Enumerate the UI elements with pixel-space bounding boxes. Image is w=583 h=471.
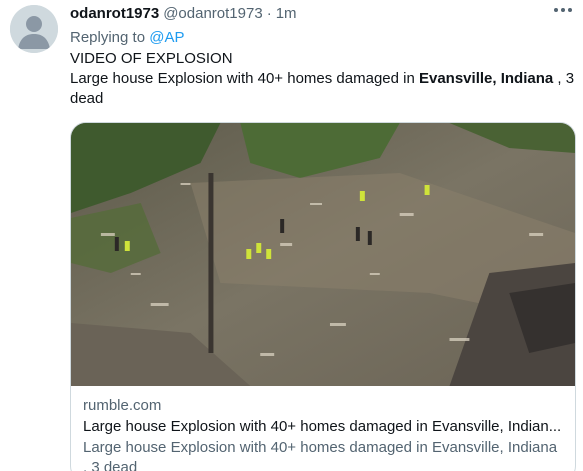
user-handle[interactable]: @odanrot1973 [163,4,262,24]
tweet-content: odanrot1973 @odanrot1973 · 1m Replying t… [70,4,576,109]
default-avatar-icon [10,5,58,53]
explosion-aerial-photo[interactable] [71,123,575,386]
card-description: Large house Explosion with 40+ homes dam… [83,439,558,471]
display-name[interactable]: odanrot1973 [70,4,159,24]
more-options-icon [554,8,572,12]
tweet-text-line2: Large house Explosion with 40+ homes dam… [70,69,576,109]
tweet-text-prefix: Large house Explosion with 40+ homes dam… [70,70,419,87]
tweet-header: odanrot1973 @odanrot1973 · 1m [70,4,576,24]
replying-to: Replying to @AP [70,28,576,48]
tweet[interactable]: odanrot1973 @odanrot1973 · 1m Replying t… [0,0,583,471]
card-domain: rumble.com [83,397,162,414]
replying-prefix: Replying to [70,29,150,46]
more-options-button[interactable] [551,0,575,20]
tweet-text-line1: VIDEO OF EXPLOSION [70,50,233,67]
card-info: rumble.com Large house Explosion with 40… [71,386,575,471]
tweet-text: VIDEO OF EXPLOSION Large house Explosion… [70,49,576,109]
link-card[interactable]: rumble.com Large house Explosion with 40… [70,122,576,471]
separator-dot: · [266,5,272,22]
tweet-text-location: Evansville, Indiana [418,70,554,87]
replying-mention-link[interactable]: @AP [149,29,184,46]
avatar[interactable] [10,5,58,53]
card-title: Large house Explosion with 40+ homes dam… [83,418,562,435]
timestamp[interactable]: 1m [276,4,297,24]
